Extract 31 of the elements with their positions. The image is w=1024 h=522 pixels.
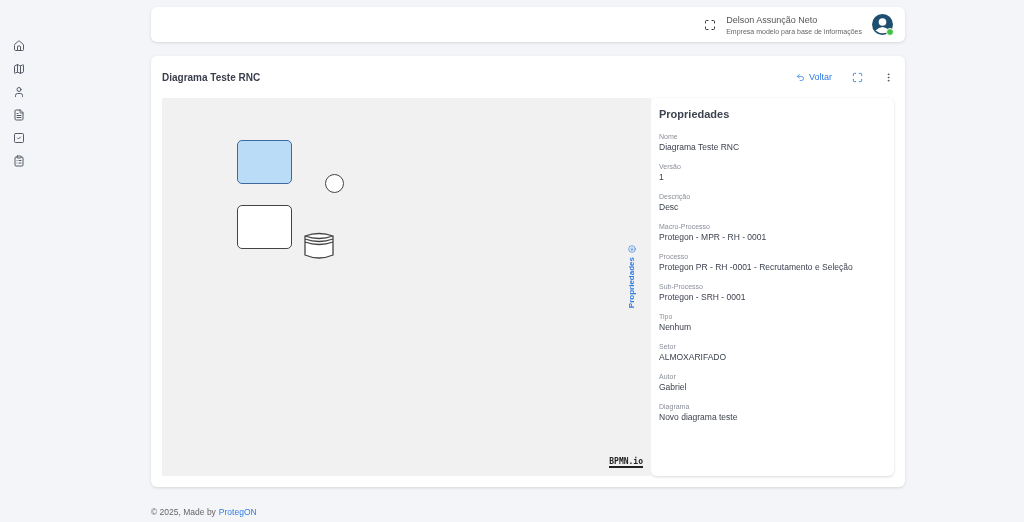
- company-link[interactable]: ProtegON: [218, 507, 257, 517]
- task-shape[interactable]: [237, 205, 292, 249]
- fullscreen-icon[interactable]: [704, 18, 717, 31]
- panel-title: Propriedades: [659, 108, 731, 120]
- field-value: Protegon - SRH - 0001: [659, 292, 747, 302]
- copyright-text: © 2025, Made by: [151, 507, 216, 517]
- field-value: Novo diagrama teste: [659, 412, 739, 422]
- card-title: Diagrama Teste RNC: [162, 71, 262, 83]
- field-value: Gabriel: [659, 382, 688, 392]
- bpmn-logo[interactable]: BPMN.io: [609, 457, 643, 468]
- avatar-icon[interactable]: [872, 14, 893, 35]
- user-icon[interactable]: [12, 84, 26, 100]
- home-icon[interactable]: [12, 38, 26, 54]
- field-value: Diagrama Teste RNC: [659, 142, 741, 152]
- field-value: 1: [659, 172, 665, 182]
- arrow-circle-icon: [627, 245, 636, 253]
- field-value: Desc: [659, 202, 680, 212]
- datastore-icon[interactable]: [304, 231, 334, 260]
- checklist-icon[interactable]: [12, 130, 26, 146]
- field-value: Nenhum: [659, 322, 693, 332]
- map-icon[interactable]: [12, 61, 26, 77]
- field-value: Protegon - MPR - RH - 0001: [659, 232, 768, 242]
- field-value: ALMOXARIFADO: [659, 352, 728, 362]
- field-value: Protegon PR - RH -0001 - Recrutamento e Seleção: [659, 262, 854, 272]
- undo-icon: [796, 72, 805, 82]
- event-circle[interactable]: [325, 174, 344, 193]
- back-button[interactable]: Voltar: [796, 72, 832, 82]
- document-icon[interactable]: [12, 107, 26, 123]
- properties-tab[interactable]: Propriedades: [627, 245, 636, 309]
- user-name: Delson Assunção Neto: [726, 14, 819, 25]
- clipboard-icon[interactable]: [12, 153, 26, 169]
